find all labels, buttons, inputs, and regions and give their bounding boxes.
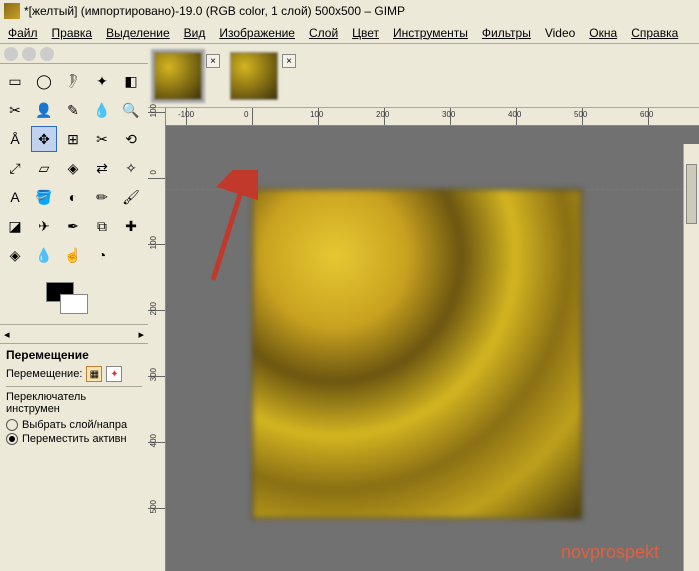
crop-icon[interactable]: ✂ — [89, 126, 115, 152]
radio-move-row[interactable]: Переместить активн — [6, 433, 142, 445]
paths-icon[interactable]: ✎ — [60, 97, 86, 123]
watermark-text: novprospekt — [561, 542, 659, 563]
radio-icon[interactable] — [6, 419, 18, 431]
airbrush-icon[interactable]: ✈ — [31, 213, 57, 239]
paintbrush-icon[interactable]: 🖌 — [118, 184, 144, 210]
pencil-icon[interactable]: ✏ — [89, 184, 115, 210]
cage-icon[interactable]: ✧ — [118, 155, 144, 181]
clone-icon[interactable]: ⧉ — [89, 213, 115, 239]
tool-options: Перемещение Перемещение: ▦ ✦ Переключате… — [0, 344, 148, 451]
zoom-icon[interactable]: 🔍 — [118, 97, 144, 123]
dock-controls: ◂ ▸ — [0, 324, 148, 344]
scale-icon[interactable]: ⤢ — [2, 155, 28, 181]
heal-icon[interactable]: ✚ — [118, 213, 144, 239]
measure-icon[interactable]: Å — [2, 126, 28, 152]
dodge-burn-icon[interactable]: ◔ — [89, 242, 115, 268]
fuzzy-select-icon[interactable]: ✦ — [89, 68, 115, 94]
foreground-select-icon[interactable]: 👤 — [31, 97, 57, 123]
vertical-ruler[interactable]: 1000100200300400500 — [148, 108, 166, 571]
switch-label: Переключатель инструмен — [6, 391, 142, 415]
menu-file[interactable]: Файл — [8, 26, 38, 40]
move-mode-layer-icon[interactable]: ▦ — [86, 366, 102, 382]
rotate-icon[interactable]: ⟲ — [118, 126, 144, 152]
dock-tabs — [0, 44, 148, 64]
ruler-area: 1000100200300400500 -1000100200300400500… — [148, 108, 699, 571]
radio-icon[interactable] — [6, 433, 18, 445]
blend-icon[interactable]: ◐ — [60, 184, 86, 210]
perspective-clone-icon[interactable]: ◈ — [2, 242, 28, 268]
flip-icon[interactable]: ⇄ — [89, 155, 115, 181]
eraser-icon[interactable]: ◪ — [2, 213, 28, 239]
image-thumb[interactable] — [230, 52, 278, 100]
sidebar: ▭◯𓏢✦◧✂👤✎💧🔍Å✥⊞✂⟲⤢▱◈⇄✧A🪣◐✏🖌◪✈✒⧉✚◈💧☝◔ ◂ ▸ П… — [0, 44, 148, 571]
menu-view[interactable]: Вид — [184, 26, 206, 40]
move-mode-path-icon[interactable]: ✦ — [106, 366, 122, 382]
dock-arrow-icon[interactable]: ▸ — [138, 328, 144, 341]
dock-tab-icon[interactable] — [40, 47, 54, 61]
color-swatch[interactable] — [0, 280, 148, 324]
menu-help[interactable]: Справка — [631, 26, 678, 40]
app-icon — [4, 3, 20, 19]
menu-filters[interactable]: Фильтры — [482, 26, 531, 40]
radio-pick-label: Выбрать слой/напра — [22, 419, 127, 431]
menu-color[interactable]: Цвет — [352, 26, 379, 40]
canvas[interactable]: novprospekt — [166, 126, 699, 571]
close-tab-icon[interactable]: × — [282, 54, 296, 68]
menu-bar: Файл Правка Выделение Вид Изображение Сл… — [0, 22, 699, 44]
main-area: ▭◯𓏢✦◧✂👤✎💧🔍Å✥⊞✂⟲⤢▱◈⇄✧A🪣◐✏🖌◪✈✒⧉✚◈💧☝◔ ◂ ▸ П… — [0, 44, 699, 571]
window-titlebar: *[желтый] (импортировано)-19.0 (RGB colo… — [0, 0, 699, 22]
vertical-scrollbar[interactable] — [683, 144, 699, 571]
bucket-fill-icon[interactable]: 🪣 — [31, 184, 57, 210]
blur-icon[interactable]: 💧 — [31, 242, 57, 268]
image-tabs: × × — [148, 44, 699, 108]
close-tab-icon[interactable]: × — [206, 54, 220, 68]
canvas-area: × × 1000100200300400500 -100010020030040… — [148, 44, 699, 571]
text-icon[interactable]: A — [2, 184, 28, 210]
rect-select-icon[interactable]: ▭ — [2, 68, 28, 94]
menu-select[interactable]: Выделение — [106, 26, 170, 40]
toolbox: ▭◯𓏢✦◧✂👤✎💧🔍Å✥⊞✂⟲⤢▱◈⇄✧A🪣◐✏🖌◪✈✒⧉✚◈💧☝◔ — [0, 64, 148, 272]
menu-image[interactable]: Изображение — [219, 26, 295, 40]
color-picker-icon[interactable]: 💧 — [89, 97, 115, 123]
menu-video[interactable]: Video — [545, 26, 575, 40]
radio-move-label: Переместить активн — [22, 433, 127, 445]
menu-windows[interactable]: Окна — [589, 26, 617, 40]
smudge-icon[interactable]: ☝ — [60, 242, 86, 268]
image-thumb[interactable] — [154, 52, 202, 100]
ellipse-select-icon[interactable]: ◯ — [31, 68, 57, 94]
dock-tab-icon[interactable] — [4, 47, 18, 61]
background-color[interactable] — [60, 294, 88, 314]
dock-tab-icon[interactable] — [22, 47, 36, 61]
ink-icon[interactable]: ✒ — [60, 213, 86, 239]
horizontal-ruler[interactable]: -1000100200300400500600 — [166, 108, 699, 126]
dock-menu-icon[interactable]: ◂ — [4, 328, 10, 341]
menu-tools[interactable]: Инструменты — [393, 26, 468, 40]
annotation-arrow-icon — [188, 170, 258, 290]
menu-edit[interactable]: Правка — [52, 26, 93, 40]
by-color-select-icon[interactable]: ◧ — [118, 68, 144, 94]
move-label: Перемещение: — [6, 368, 82, 380]
scissors-icon[interactable]: ✂ — [2, 97, 28, 123]
radio-pick-row[interactable]: Выбрать слой/напра — [6, 419, 142, 431]
align-icon[interactable]: ⊞ — [60, 126, 86, 152]
perspective-icon[interactable]: ◈ — [60, 155, 86, 181]
move-icon[interactable]: ✥ — [31, 126, 57, 152]
tool-options-title: Перемещение — [6, 348, 142, 362]
canvas-image[interactable] — [252, 189, 582, 519]
menu-layer[interactable]: Слой — [309, 26, 338, 40]
window-title: *[желтый] (импортировано)-19.0 (RGB colo… — [24, 4, 405, 18]
free-select-icon[interactable]: 𓏢 — [60, 68, 86, 94]
shear-icon[interactable]: ▱ — [31, 155, 57, 181]
